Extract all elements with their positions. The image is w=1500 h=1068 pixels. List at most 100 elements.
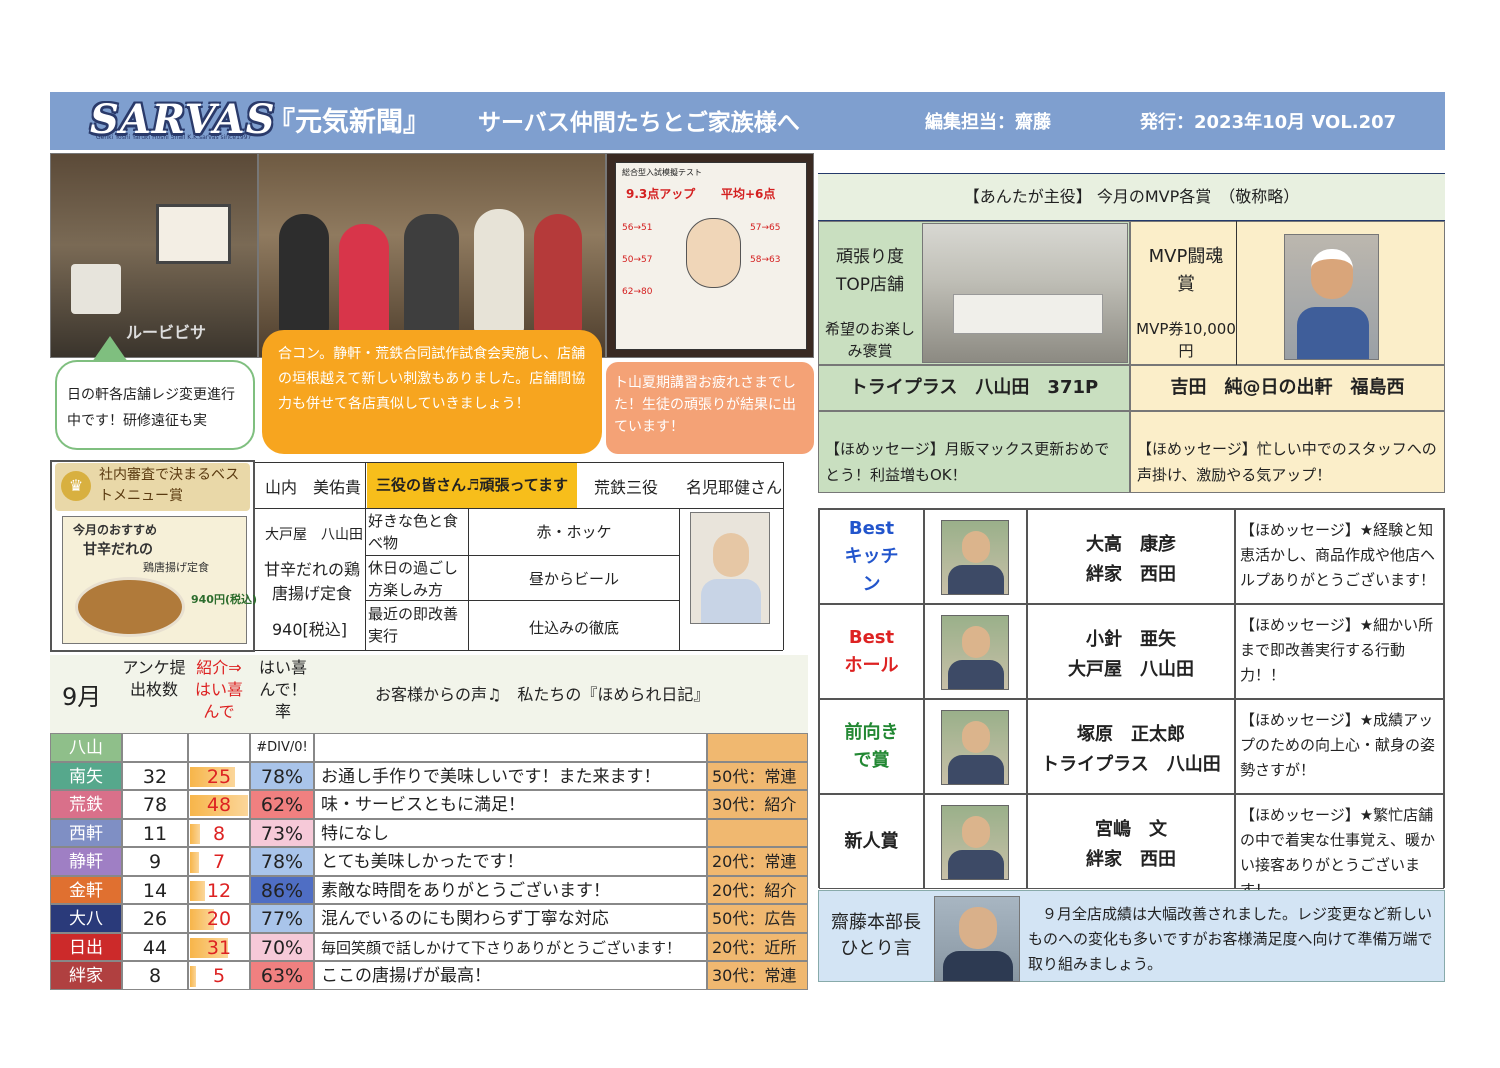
intro-count: 5: [188, 961, 250, 990]
photo-juku-poster: 総合型入試模擬テスト 9.3点アップ 平均+6点 56→51 50→57 62→…: [606, 153, 814, 358]
bubble-text: 日の軒各店舗レジ変更進行中です！研修遠征も実: [67, 387, 235, 429]
survey-row: 静軒 9 7 78% とても美味しかったです！ 20代：常連: [50, 847, 808, 876]
store-name: 西軒: [50, 818, 122, 847]
president-comment-label: 齋藤本部長ひとり言: [831, 912, 921, 959]
survey-row: 南矢 32 25 78% お通し手作りで美味しいです！また来ます！ 50代：常連: [50, 761, 808, 790]
customer-comment: 特になし: [314, 818, 707, 847]
register-box: [71, 264, 121, 314]
rule: [255, 650, 783, 651]
sheet-count: 78: [122, 790, 188, 819]
customer-comment: とても美味しかったです！: [314, 847, 707, 876]
customer-tag: 30代：紹介: [707, 790, 808, 819]
poster-line: 今月のおすすめ: [73, 523, 158, 537]
portrait-head: [962, 626, 990, 658]
intro-value: 8: [212, 822, 226, 845]
survey-row: 八山 #DIV/0!: [50, 733, 808, 762]
portrait: [941, 710, 1009, 785]
bubble-text: ト山夏期講習お疲れさまでした！生徒の頑張りが結果に出ています！: [614, 375, 796, 435]
customer-comment: お通し手作りで美味しいです！また来ます！: [314, 761, 707, 790]
award1-title: 頑張り度TOP店舗: [835, 247, 905, 295]
sheet-count: 44: [122, 932, 188, 961]
store-name: 荒鉄: [50, 790, 122, 819]
award2-prize: MVP券10,000円: [1136, 320, 1236, 360]
bubble-juku-results: ト山夏期講習お疲れさまでした！生徒の頑張りが結果に出ています！: [606, 362, 814, 454]
award-photo: [924, 604, 1027, 699]
intro-value: 20: [206, 908, 232, 930]
award-label: Bestキッチン: [819, 509, 924, 604]
satisfaction-rate: 62%: [250, 790, 314, 819]
intro-value: 5: [212, 965, 226, 987]
award-message: 【ほめッセージ】★繁忙店舗の中で着実な仕事覚え、暖かい接客ありがとうございます！: [1235, 794, 1444, 899]
winner-store: 大戸屋 八山田: [265, 527, 363, 543]
person: [339, 224, 389, 339]
poster-gain2: 平均+6点: [721, 187, 776, 201]
intro-count: [188, 733, 250, 762]
award-winner: 大高 康彦絆家 西田: [1027, 509, 1235, 604]
intro-value: 7: [212, 851, 226, 873]
sheet-count: 9: [122, 847, 188, 876]
portrait-body: [948, 850, 1004, 879]
photo-yoshida: [1284, 234, 1379, 360]
customer-tag: 50代：常連: [707, 761, 808, 790]
customer-comment: ここの唐揚げが最高！: [314, 961, 707, 990]
intro-value: [189, 734, 249, 761]
portrait: [941, 615, 1009, 690]
portrait-head: [713, 533, 749, 577]
rule: [1236, 221, 1237, 365]
award1-prize: 希望のお楽しみ褒賞: [824, 320, 915, 360]
award1-winner: トライプラス 八山田 371P: [818, 365, 1130, 411]
survey-row: 大八 26 20 77% 混んでいるのにも関わらず丁寧な対応 50代：広告: [50, 904, 808, 933]
winner-store: トライプラス 八山田: [1041, 754, 1221, 775]
rule: [255, 508, 783, 509]
satisfaction-rate: 78%: [250, 847, 314, 876]
winner-name: 大高 康彦: [1086, 534, 1176, 555]
newspaper-subtitle: サーバス仲間たちとご家族様へ: [478, 110, 800, 136]
score: 56→51: [622, 223, 653, 233]
poster-line: 甘辛だれの: [83, 542, 153, 558]
intro-count: 31: [188, 932, 250, 961]
qa-answer: 赤・ホッケ: [536, 523, 612, 541]
awards-table: Bestキッチン 大高 康彦 絆家 西田 【ほめッセージ】★経験と知恵活かし、商品作成…: [818, 508, 1445, 899]
poster-price: 940円(税込): [191, 593, 258, 606]
winner-store: 絆家 西田: [1086, 849, 1176, 870]
portrait-body: [948, 565, 1004, 594]
intro-value: 48: [206, 794, 232, 816]
satisfaction-rate: #DIV/0!: [250, 733, 314, 762]
score: 57→65: [750, 223, 781, 233]
person: [474, 209, 524, 334]
newspaper-title: 『元気新聞』: [268, 107, 430, 138]
award-photo: [924, 699, 1027, 794]
score: 58→63: [750, 255, 781, 265]
bubble-pointer: [92, 336, 128, 362]
award-photo: [924, 794, 1027, 889]
best-menu-badge: ♛ 社内審査で決まるベストメニュー賞: [55, 463, 250, 511]
qa-question: 休日の過ごし方楽しみ方: [368, 559, 459, 599]
intro-count: 48: [188, 790, 250, 819]
winner-store: 絆家 西田: [1086, 564, 1176, 585]
rule: [468, 508, 469, 650]
store-name: 日出: [50, 932, 122, 961]
sheet-count: 32: [122, 761, 188, 790]
customer-tag: 50代：広告: [707, 904, 808, 933]
qa-answer: 仕込みの徹底: [528, 619, 619, 637]
award-label: 前向きで賞: [819, 699, 924, 794]
customer-comment: 混んでいるのにも関わらず丁寧な対応: [314, 904, 707, 933]
award1-message: 【ほめッセージ】月販マックス更新おめでとう！利益増もOK！: [818, 411, 1130, 493]
winner-store: 大戸屋 八山田: [1068, 659, 1194, 680]
award-label: 新人賞: [819, 794, 924, 889]
award2-winner: 吉田 純@日の出軒 福島西: [1130, 365, 1445, 411]
rule: [365, 462, 366, 650]
poster-line: 鶏唐揚げ定食: [143, 561, 209, 574]
person: [534, 214, 582, 334]
trio-highlight: 三役の皆さん♬頑張ってます: [367, 462, 577, 508]
intro-count: 8: [188, 818, 250, 847]
counter-sign: ルービビサ: [126, 323, 207, 342]
col-rate-header: はい喜んで！率: [258, 658, 307, 721]
winner-name: 山内 美佑貴: [265, 478, 362, 497]
sheet-count: [122, 733, 188, 762]
menu-poster: 今月のおすすめ 甘辛だれの 鶏唐揚げ定食 940円(税込): [62, 516, 257, 644]
photo-saito: [934, 896, 1020, 982]
portrait-head: [1311, 249, 1353, 299]
award-photo: [924, 509, 1027, 604]
score-list-left: 56→51 50→57 62→80: [622, 223, 677, 297]
